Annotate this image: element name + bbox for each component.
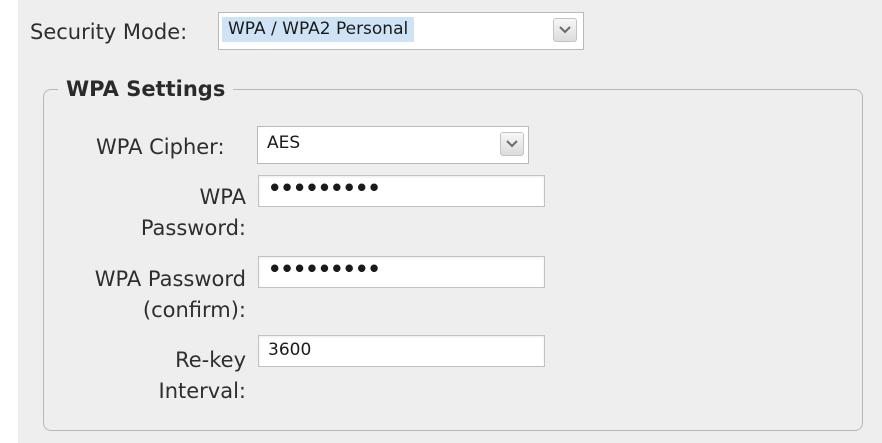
wpa-password-label: WPA Password: (100, 182, 246, 244)
wpa-cipher-label: WPA Cipher: (96, 135, 225, 159)
wpa-password-confirm-input[interactable]: ••••••••• (258, 256, 545, 288)
wpa-password-label-line1: WPA (199, 185, 246, 209)
security-mode-label: Security Mode: (30, 20, 188, 44)
wpa-settings-legend: WPA Settings (58, 75, 234, 103)
wpa-password-confirm-label-line1: WPA Password (94, 267, 246, 291)
wpa-cipher-value: AES (267, 133, 301, 153)
wpa-password-label-line2: Password: (140, 216, 246, 240)
wpa-password-confirm-value: ••••••••• (268, 257, 381, 281)
rekey-interval-label: Re-key Interval: (100, 345, 247, 407)
wpa-password-confirm-label-line2: (confirm): (142, 298, 246, 322)
security-mode-value: WPA / WPA2 Personal (222, 17, 415, 42)
chevron-down-icon (500, 132, 524, 156)
rekey-interval-value: 3600 (268, 340, 312, 360)
rekey-interval-input[interactable]: 3600 (258, 335, 545, 367)
wpa-password-input[interactable]: ••••••••• (258, 175, 545, 207)
rekey-interval-label-line2: Interval: (158, 379, 247, 403)
wpa-cipher-select[interactable]: AES (257, 126, 529, 164)
wpa-password-confirm-label: WPA Password (confirm): (60, 264, 246, 326)
chevron-down-icon (553, 18, 577, 42)
wpa-password-value: ••••••••• (268, 176, 381, 200)
rekey-interval-label-line1: Re-key (175, 348, 246, 372)
security-mode-select[interactable]: WPA / WPA2 Personal (218, 12, 584, 50)
